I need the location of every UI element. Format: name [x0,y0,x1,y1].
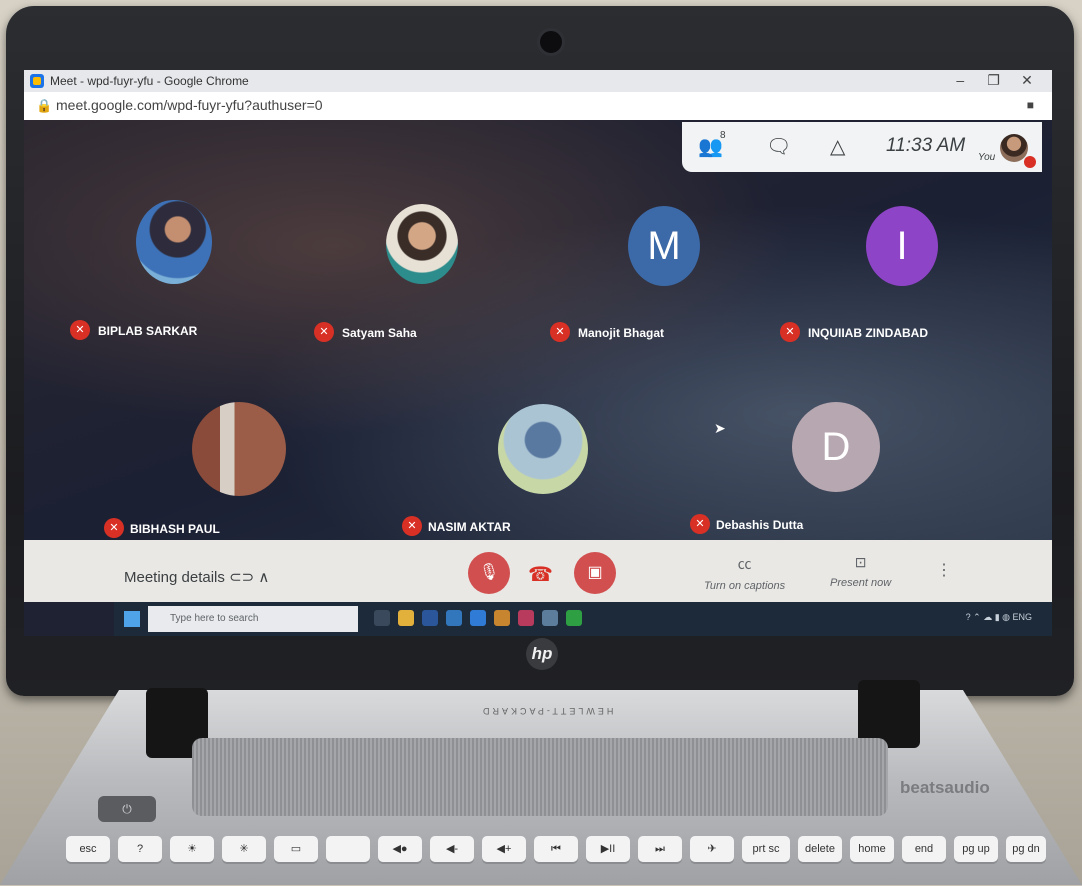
self-avatar [1000,134,1028,162]
edge-icon[interactable] [446,610,462,626]
key-prtsc[interactable]: prt sc [742,836,790,862]
key-f1[interactable]: ? [118,836,162,862]
mic-off-icon: ✕ [550,322,570,342]
power-button[interactable]: ⏻ [98,796,156,822]
browser-titlebar: Meet - wpd-fuyr-yfu - Google Chrome – ❐ … [24,70,1052,92]
windows-taskbar: Type here to search ? ⌃ ☁ ▮ ◍ ENG [114,602,1052,636]
participant-name: Satyam Saha [342,326,417,340]
present-label: Present now [830,577,892,589]
hang-up-button[interactable]: ☎ [528,562,553,587]
url-text[interactable]: meet.google.com/wpd-fuyr-yfu?authuser=0 [56,97,323,113]
avatar-inquiiab: I [866,206,938,286]
window-controls: – ❐ ✕ [945,72,1042,89]
meeting-details-button[interactable]: Meeting details ⊂⊃ ∧ [124,568,269,586]
camera-toggle-button[interactable]: ▣ [574,552,616,594]
participant-name: BIBHASH PAUL [130,522,220,536]
minimize-button[interactable]: – [945,72,975,88]
participant-name: BIPLAB SARKAR [98,324,198,338]
chrome-icon[interactable] [566,610,582,626]
beats-audio-logo: beatsaudio [900,778,990,797]
key-pgdn[interactable]: pg dn [1006,836,1046,862]
mic-off-icon: ✕ [690,514,710,534]
key-f11[interactable]: ⏭ [638,836,682,862]
avatar-manojit: M [628,206,700,286]
powerpoint-icon[interactable] [518,610,534,626]
camera-in-use-icon[interactable]: ■ [1027,98,1034,112]
mic-off-icon: ✕ [314,322,334,342]
hp-logo: hp [526,638,558,670]
meet-bottom-bar: Meeting details ⊂⊃ ∧ 🎙 ☎ ▣ ㏄ Turn on cap… [24,540,1052,602]
meet-top-panel: 👥 8 🗨 △ 11:33 AM You [682,122,1042,172]
window-title: Meet - wpd-fuyr-yfu - Google Chrome [50,74,249,88]
meeting-clock: 11:33 AM [886,135,966,156]
key-f9[interactable]: ⏮ [534,836,578,862]
mic-off-icon: ✕ [780,322,800,342]
key-end[interactable]: end [902,836,946,862]
key-f7[interactable]: ◀- [430,836,474,862]
chevron-up-icon: ∧ [258,569,270,586]
participant-name: INQUIIAB ZINDABAD [808,326,928,340]
system-tray[interactable]: ? ⌃ ☁ ▮ ◍ ENG [966,612,1032,623]
word-icon[interactable] [422,610,438,626]
avatar-satyam [386,204,458,284]
key-f2[interactable]: ☀ [170,836,214,862]
key-f12[interactable]: ✈ [690,836,734,862]
mic-off-icon: ✕ [70,320,90,340]
avatar-biplab [136,200,212,284]
key-f4[interactable]: ▭ [274,836,318,862]
meet-favicon-icon [30,74,44,88]
task-view-icon[interactable] [374,610,390,626]
avatar-nasim [498,404,588,494]
keyboard-function-row: esc ? ☀ ✳ ▭ ◀● ◀- ◀+ ⏮ ▶II ⏭ ✈ prt sc de… [66,836,1046,886]
key-f5[interactable] [326,836,370,862]
present-icon: ⊡ [854,554,867,570]
chat-icon[interactable]: 🗨 [766,134,791,159]
self-mic-off-icon [1024,156,1036,168]
meeting-stage: 👥 8 🗨 △ 11:33 AM You ✕ BIPLAB SARKAR ✕ S… [24,120,1052,540]
self-label: You [978,152,996,163]
participant-name: Manojit Bhagat [578,326,664,340]
participant-name: NASIM AKTAR [428,520,511,534]
start-button[interactable] [124,611,140,627]
participant-name: Debashis Dutta [716,518,804,532]
avatar-bibhash [192,402,286,496]
captions-button[interactable]: ㏄ Turn on captions [704,554,785,592]
address-bar[interactable]: 🔒 meet.google.com/wpd-fuyr-yfu?authuser=… [24,92,1052,121]
speaker-grille [192,738,888,816]
key-pgup[interactable]: pg up [954,836,998,862]
key-esc[interactable]: esc [66,836,110,862]
restore-button[interactable]: ❐ [979,72,1009,89]
close-button[interactable]: ✕ [1012,72,1042,89]
file-explorer-icon[interactable] [398,610,414,626]
link-icon: ⊂⊃ [229,569,259,586]
key-delete[interactable]: delete [798,836,842,862]
key-home[interactable]: home [850,836,894,862]
key-f8[interactable]: ◀+ [482,836,526,862]
key-f3[interactable]: ✳ [222,836,266,862]
webcam [537,28,565,56]
avatar-debashis: D [792,402,880,492]
captions-icon: ㏄ [737,556,752,572]
captions-label: Turn on captions [704,580,786,592]
mouse-cursor-icon: ➤ [714,420,726,436]
present-button[interactable]: ⊡ Present now [830,554,891,589]
mic-off-icon: ✕ [402,516,422,536]
lock-icon: 🔒 [36,98,53,113]
more-options-icon[interactable]: ⋮ [936,560,952,580]
key-f10[interactable]: ▶II [586,836,630,862]
activities-icon[interactable]: △ [830,134,845,159]
mic-off-icon: ✕ [104,518,124,538]
key-f6[interactable]: ◀● [378,836,422,862]
taskbar-search-input[interactable]: Type here to search [148,606,358,632]
store-icon[interactable] [494,610,510,626]
app-icon[interactable] [542,610,558,626]
laptop-screen: Meet - wpd-fuyr-yfu - Google Chrome – ❐ … [24,70,1052,636]
hinge-brand-text: HEWLETT-PACKARD [480,706,614,716]
participant-count: 8 [720,130,726,141]
ie-icon[interactable] [470,610,486,626]
meeting-details-label: Meeting details [124,569,225,586]
mic-toggle-button[interactable]: 🎙 [468,552,510,594]
